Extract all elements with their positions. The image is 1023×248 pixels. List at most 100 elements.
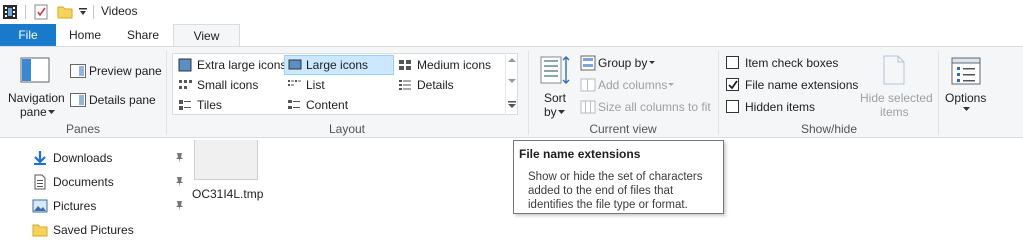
pin-icon[interactable] <box>174 200 185 211</box>
layout-large-label: Large icons <box>306 58 369 72</box>
preview-pane-icon <box>70 64 86 78</box>
details-pane-icon <box>70 93 86 107</box>
checkmark-icon <box>728 80 738 90</box>
hide-selected-items-label: Hide selected <box>860 91 933 105</box>
tiles-icon <box>179 100 191 110</box>
layout-medium-icons[interactable]: Medium icons <box>395 55 503 75</box>
layout-list[interactable]: List <box>284 75 392 95</box>
scroll-up-icon[interactable] <box>508 57 516 63</box>
navigation-pane-icon <box>20 57 50 83</box>
file-name[interactable]: OC31I4L.tmp <box>192 187 263 201</box>
current-view-group-label: Current view <box>589 122 657 136</box>
nav-item-documents[interactable]: Documents <box>32 170 183 194</box>
hidden-items-checkbox[interactable] <box>726 100 739 113</box>
nav-item-saved-pictures[interactable]: Saved Pictures <box>32 218 162 242</box>
tab-share[interactable]: Share <box>118 24 168 46</box>
content-area: Downloads Documents Pictures Saved Pictu… <box>0 139 1023 248</box>
layout-tiles-label: Tiles <box>197 98 222 112</box>
video-app-icon[interactable] <box>3 4 17 20</box>
hide-selected-items-label-2: items <box>880 105 909 119</box>
navigation-pane-button[interactable]: Navigation pane <box>8 51 65 119</box>
title-bar: Videos <box>0 0 1023 24</box>
scroll-down-icon[interactable] <box>508 78 516 84</box>
details-pane-button[interactable]: Details pane <box>89 93 156 107</box>
sort-by-icon <box>540 56 570 84</box>
file-name-extensions-checkbox[interactable] <box>726 78 739 91</box>
properties-icon[interactable] <box>33 4 49 20</box>
details-icon <box>399 80 411 90</box>
sort-by-label: Sort <box>544 91 567 105</box>
layout-medium-label: Medium icons <box>417 58 492 72</box>
chevron-down-icon <box>649 61 655 64</box>
customize-toolbar-icon[interactable] <box>78 7 88 17</box>
tab-view[interactable]: View <box>173 24 240 47</box>
tooltip-body: Show or hide the set of characters added… <box>528 171 703 211</box>
layout-large-icons[interactable]: Large icons <box>284 55 394 75</box>
options-button[interactable]: Options <box>944 51 990 117</box>
navigation-pane-label: Navigation <box>8 91 65 105</box>
layout-list-label: List <box>306 78 325 92</box>
folder-icon <box>32 224 48 237</box>
layout-gallery: Extra large icons Large icons Medium ico… <box>172 53 518 115</box>
pin-icon[interactable] <box>174 152 185 163</box>
chevron-down-icon <box>48 110 55 114</box>
show-hide-group-label: Show/hide <box>800 122 858 136</box>
sort-by-label-2: by <box>544 105 557 119</box>
add-columns-icon <box>580 78 596 92</box>
item-check-boxes-label[interactable]: Item check boxes <box>745 56 838 70</box>
layout-gallery-scroll[interactable] <box>505 53 518 115</box>
medium-icons-icon <box>399 60 411 70</box>
options-icon <box>951 57 981 85</box>
chevron-down-icon <box>668 83 674 86</box>
extra-large-icons-icon <box>178 58 192 72</box>
navigation-pane-label-2: pane <box>20 105 47 119</box>
hide-selected-items-button[interactable]: Hide selected items <box>856 51 934 119</box>
hide-selected-items-icon <box>883 55 905 85</box>
nav-item-label: Documents <box>53 175 114 189</box>
group-by-button[interactable]: Group by <box>598 56 647 70</box>
layout-details[interactable]: Details <box>395 75 503 95</box>
tab-file[interactable]: File <box>0 24 56 46</box>
large-icons-icon <box>288 59 302 70</box>
download-icon <box>34 151 46 165</box>
nav-item-downloads[interactable]: Downloads <box>32 146 183 170</box>
layout-extra-large-icons[interactable]: Extra large icons <box>175 55 287 75</box>
layout-content-label: Content <box>306 98 349 112</box>
tab-home[interactable]: Home <box>60 24 110 46</box>
pictures-icon <box>32 199 48 213</box>
nav-item-label: Pictures <box>53 199 97 213</box>
layout-small-label: Small icons <box>197 78 259 92</box>
chevron-down-icon <box>558 110 565 114</box>
options-label: Options <box>945 91 987 105</box>
nav-item-label: Downloads <box>53 151 113 165</box>
expand-gallery-icon[interactable] <box>508 101 516 109</box>
tooltip-title: File name extensions <box>519 147 641 161</box>
layout-tiles[interactable]: Tiles <box>175 95 283 115</box>
group-by-icon <box>580 55 596 71</box>
tooltip: File name extensions Show or hide the se… <box>513 140 724 214</box>
layout-content[interactable]: Content <box>284 95 392 115</box>
layout-group-label: Layout <box>328 122 366 136</box>
file-name-extensions-label[interactable]: File name extensions <box>745 78 858 92</box>
layout-details-label: Details <box>417 78 454 92</box>
size-all-columns-button[interactable]: Size all columns to fit <box>598 100 711 114</box>
item-check-boxes-checkbox[interactable] <box>726 56 739 69</box>
panes-group-label: Panes <box>65 122 101 136</box>
hidden-items-label[interactable]: Hidden items <box>745 100 815 114</box>
layout-small-icons[interactable]: Small icons <box>175 75 283 95</box>
pin-icon[interactable] <box>174 176 185 187</box>
content-icon <box>288 100 300 109</box>
add-columns-button[interactable]: Add columns <box>598 78 667 92</box>
layout-extra-large-label: Extra large icons <box>197 58 287 72</box>
documents-icon <box>34 174 46 190</box>
list-icon <box>288 80 301 86</box>
size-columns-icon <box>580 100 596 114</box>
sort-by-button[interactable]: Sort by <box>536 51 574 119</box>
ribbon: Navigation pane Preview pane Details pan… <box>0 46 1023 138</box>
ribbon-tabs: File Home Share View <box>0 24 1023 47</box>
preview-pane-button[interactable]: Preview pane <box>89 64 162 78</box>
file-thumbnail[interactable] <box>194 140 258 180</box>
small-icons-icon <box>179 80 192 89</box>
nav-item-pictures[interactable]: Pictures <box>32 194 183 218</box>
new-folder-icon[interactable] <box>57 4 73 20</box>
